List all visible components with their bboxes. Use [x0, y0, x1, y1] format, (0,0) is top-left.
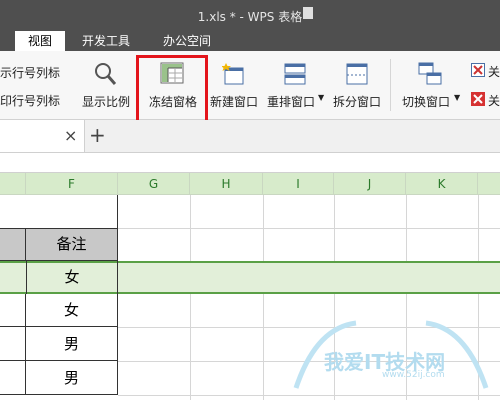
arrange-windows-label: 重排窗口 — [267, 95, 316, 109]
window-title: 1.xls * - WPS 表格 — [197, 10, 303, 24]
column-header-i[interactable]: I — [263, 173, 334, 195]
column-header-j[interactable]: J — [334, 173, 406, 195]
cell-empty[interactable] — [0, 195, 118, 228]
watermark-url: www.52ij.com — [382, 370, 445, 380]
ribbon-tabs: 视图 开发工具 办公空间 — [0, 30, 500, 51]
table-cell-row3[interactable]: 男 — [26, 327, 118, 361]
formula-bar[interactable] — [0, 153, 500, 173]
header-cell-remark[interactable]: 备注 — [26, 228, 118, 261]
close-label-1: 关 — [488, 65, 500, 79]
column-header-partial[interactable] — [0, 173, 26, 195]
column-header-g[interactable]: G — [118, 173, 190, 195]
switch-window-icon — [418, 62, 442, 85]
document-tab-bar: × + — [0, 120, 500, 153]
tab-office-space[interactable]: 办公空间 — [163, 31, 223, 51]
switch-window-label: 切换窗口 — [402, 95, 451, 109]
ribbon-toolbar: 示行号列标 印行号列标 显示比例 冻结窗格 新建窗口 重排窗口 ▼ 拆分窗口 切… — [0, 51, 500, 120]
gridline — [118, 228, 500, 229]
table-cell-row1[interactable]: 女 — [26, 261, 118, 294]
arrange-windows-icon — [284, 63, 306, 85]
column-header-next[interactable] — [478, 173, 500, 195]
table-cell-row2[interactable]: 女 — [26, 294, 118, 327]
gridline — [190, 195, 191, 400]
table-cell-partial[interactable] — [0, 327, 26, 361]
new-window-icon — [222, 63, 244, 85]
close-label-2: 关 — [488, 94, 500, 108]
chevron-down-icon: ▼ — [454, 93, 461, 102]
separator — [390, 59, 391, 111]
zoom-label: 显示比例 — [82, 95, 131, 109]
magnifier-icon — [95, 63, 116, 85]
window-icon — [303, 7, 313, 19]
table-cell-row4[interactable]: 男 — [26, 361, 118, 395]
column-header-k[interactable]: K — [406, 173, 478, 195]
watermark: 我爱IT技术网 www.52ij.com — [286, 318, 496, 398]
freeze-panes-highlight — [136, 55, 208, 123]
spreadsheet-grid: F G H I J K 备注 女 女 男 男 我爱IT技术网 www.52ij.… — [0, 173, 500, 400]
title-bar: 1.xls * - WPS 表格 — [0, 0, 500, 30]
close-all-icon — [471, 92, 485, 106]
split-window-icon — [346, 63, 368, 85]
close-tab-icon[interactable]: × — [64, 126, 77, 145]
column-header-f[interactable]: F — [26, 173, 118, 195]
gridline — [263, 195, 264, 400]
add-tab-icon[interactable]: + — [89, 123, 106, 147]
table-cell-partial[interactable] — [0, 361, 26, 395]
print-row-col-label-button[interactable]: 印行号列标 — [0, 92, 60, 109]
tab-developer-tools[interactable]: 开发工具 — [82, 31, 142, 51]
close-window-icon — [471, 63, 485, 77]
new-window-label: 新建窗口 — [210, 95, 259, 109]
split-window-label: 拆分窗口 — [333, 95, 382, 109]
column-header-h[interactable]: H — [190, 173, 263, 195]
chevron-down-icon: ▼ — [318, 93, 325, 102]
table-cell-partial[interactable] — [0, 294, 26, 327]
show-row-col-label-button[interactable]: 示行号列标 — [0, 64, 60, 81]
tab-view[interactable]: 视图 — [15, 31, 65, 51]
header-cell-partial[interactable] — [0, 228, 26, 261]
